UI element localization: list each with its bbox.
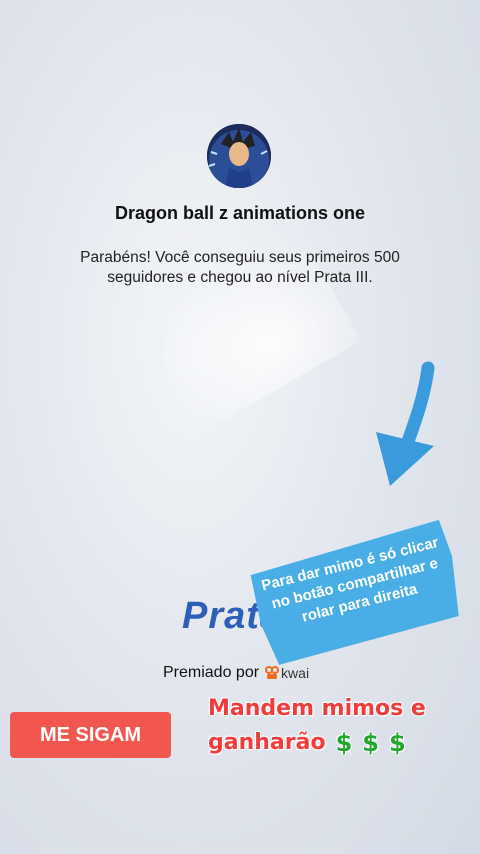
arrow-down-left-icon — [376, 361, 435, 486]
promo-line-2: ganharão — [208, 730, 326, 755]
share-tip-overlay: Para dar mimo é só clicar no botão compa… — [244, 517, 468, 668]
anime-character-icon — [207, 124, 271, 188]
avatar[interactable] — [207, 124, 271, 188]
kwai-icon — [265, 666, 280, 679]
promo-line-1: Mandem mimos e — [208, 696, 426, 721]
follow-button[interactable]: ME SIGAM — [10, 712, 171, 758]
achievement-message: Parabéns! Você conseguiu seus primeiros … — [80, 249, 400, 286]
sponsor-label: Premiado por — [163, 664, 260, 681]
dollar-icon: $ — [335, 729, 353, 757]
dollar-icon: $ — [362, 729, 379, 757]
dollar-icon: $ — [388, 729, 406, 757]
promo-text: Mandem mimos e ganharão $ $ $ — [208, 692, 458, 760]
kwai-brand-text: kwai — [281, 665, 310, 681]
sponsor-line: Premiado por kwai — [163, 664, 309, 682]
profile-name: Dragon ball z animations one — [114, 203, 366, 223]
